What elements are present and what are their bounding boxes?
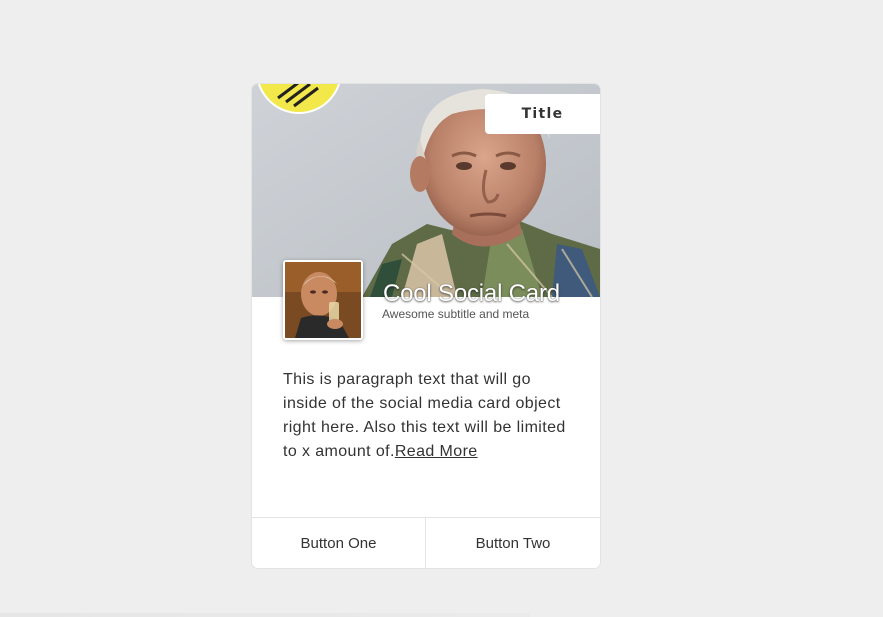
page-bottom-strip (0, 613, 530, 617)
avatar (283, 260, 363, 340)
button-two[interactable]: Button Two (426, 518, 600, 568)
button-one[interactable]: Button One (252, 518, 425, 568)
read-more-link[interactable]: Read More (395, 443, 478, 460)
card-title: Cool Social Card (383, 280, 560, 307)
card-subtitle: Awesome subtitle and meta (382, 307, 530, 321)
title-tab[interactable]: Title (485, 94, 600, 134)
social-card: Title Cool Social Card Awesome subtitle … (252, 84, 600, 568)
card-body: This is paragraph text that will go insi… (283, 368, 573, 464)
yellow-circle-badge-icon (258, 84, 340, 112)
